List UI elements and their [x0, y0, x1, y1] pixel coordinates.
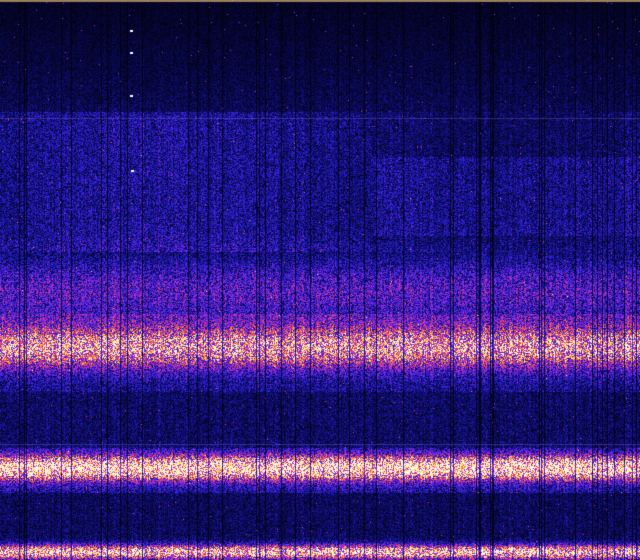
- spectrogram-image: [0, 0, 640, 560]
- spectrogram-view: [0, 0, 640, 560]
